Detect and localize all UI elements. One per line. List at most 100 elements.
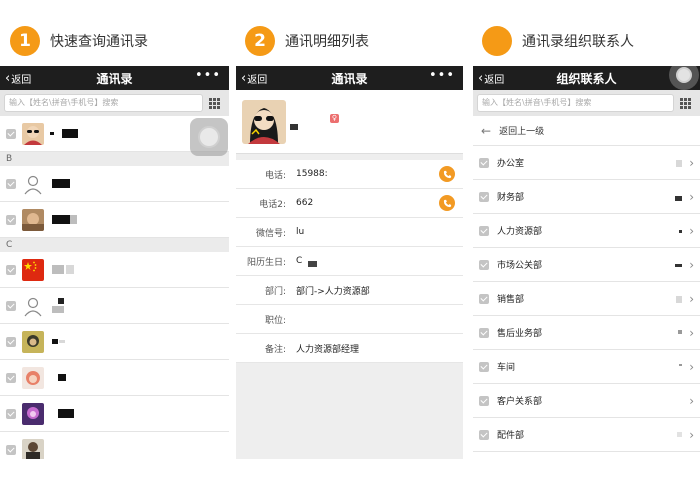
step-title: 通讯明细列表 — [285, 34, 369, 50]
department-row[interactable]: 办公室 › — [473, 146, 700, 180]
checkbox-icon[interactable] — [479, 327, 489, 338]
field-value: 662 — [296, 198, 314, 208]
back-label: 返回 — [11, 74, 32, 86]
checkbox-icon[interactable] — [6, 128, 16, 139]
department-row[interactable]: 售后业务部 › — [473, 316, 700, 350]
checkbox-icon[interactable] — [479, 429, 489, 440]
department-row[interactable]: 销售部 › — [473, 282, 700, 316]
more-icon[interactable]: ••• — [429, 68, 455, 83]
checkbox-icon[interactable] — [6, 264, 16, 275]
contact-row[interactable] — [0, 432, 229, 459]
nav-title: 组织联系人 — [556, 71, 617, 86]
detail-row-position: 职位: — [236, 305, 463, 334]
department-name: 人力资源部 — [497, 227, 543, 237]
checkbox-icon[interactable] — [6, 214, 16, 225]
chevron-right-icon: › — [689, 190, 694, 204]
field-value: lu — [296, 227, 305, 237]
back-button[interactable]: ‹ 返回 — [241, 66, 267, 90]
call-button[interactable] — [439, 166, 455, 182]
gender-female-icon: ♀ — [330, 114, 339, 123]
checkbox-icon[interactable] — [6, 178, 16, 189]
field-label: 电话: — [264, 170, 286, 181]
avatar — [22, 208, 44, 231]
checkbox-icon[interactable] — [6, 336, 16, 347]
redacted-count — [679, 230, 682, 233]
search-input[interactable]: 输入【姓名\拼音\手机号】搜索 — [477, 94, 674, 112]
avatar — [22, 366, 44, 389]
contact-detail-screen: ‹ 返回 通讯录 ••• ♀ 电话: 15988: 电话2: 662 微信号: — [236, 66, 463, 459]
nav-bar: ‹ 返回 通讯录 ••• — [236, 66, 463, 90]
redacted-count — [678, 330, 682, 334]
step-number-badge — [482, 26, 512, 56]
call-button[interactable] — [439, 195, 455, 211]
arrow-left-icon: ← — [481, 123, 492, 138]
contact-row[interactable] — [0, 202, 229, 238]
field-label: 部门: — [264, 286, 286, 297]
department-row[interactable]: 车间 › — [473, 350, 700, 384]
step-number-badge: 2 — [245, 26, 275, 56]
step-header-2: 2 通讯明细列表 — [245, 26, 369, 56]
department-name: 客户关系部 — [497, 397, 543, 407]
redacted-name — [290, 123, 298, 130]
org-contacts-screen: ‹ 返回 组织联系人 输入【姓名\拼音\手机号】搜索 ← 返回上一级 办公室 ›… — [473, 66, 700, 459]
chevron-right-icon: › — [689, 360, 694, 374]
redacted-name — [70, 215, 77, 224]
checkbox-icon[interactable] — [6, 300, 16, 311]
default-avatar-icon — [22, 294, 44, 317]
checkbox-icon[interactable] — [479, 395, 489, 406]
search-input[interactable]: 输入【姓名\拼音\手机号】搜索 — [4, 94, 203, 112]
field-label: 备注: — [264, 344, 286, 355]
contact-row[interactable] — [0, 288, 229, 324]
chevron-left-icon: ‹ — [5, 70, 11, 86]
profile-avatar — [242, 99, 286, 144]
chevron-right-icon: › — [689, 292, 694, 306]
phone-icon — [443, 170, 451, 178]
department-row[interactable]: 市场公关部 › — [473, 248, 700, 282]
more-icon[interactable]: ••• — [195, 68, 221, 83]
field-value: 人力资源部经理 — [296, 344, 360, 355]
contact-row[interactable] — [0, 166, 229, 202]
redacted-name — [50, 132, 54, 135]
department-name: 财务部 — [497, 193, 525, 203]
checkbox-icon[interactable] — [479, 157, 489, 168]
checkbox-icon[interactable] — [479, 191, 489, 202]
redacted-name — [52, 265, 64, 274]
nav-bar: ‹ 返回 组织联系人 — [473, 66, 700, 90]
department-row[interactable]: 财务部 › — [473, 180, 700, 214]
department-name: 销售部 — [497, 295, 525, 305]
contact-row[interactable] — [0, 360, 229, 396]
checkbox-icon[interactable] — [479, 293, 489, 304]
redacted-name — [59, 340, 65, 343]
redacted-count — [677, 432, 682, 437]
contact-row[interactable] — [0, 324, 229, 360]
contact-row[interactable] — [0, 252, 229, 288]
detail-list: 电话: 15988: 电话2: 662 微信号: lu 阳历生日: C 部门: … — [236, 160, 463, 363]
keypad-icon[interactable] — [674, 97, 696, 109]
step-title: 快速查询通讯录 — [50, 34, 148, 50]
detail-row-wechat: 微信号: lu — [236, 218, 463, 247]
back-button[interactable]: ‹ 返回 — [478, 66, 504, 90]
department-name: 车间 — [497, 363, 516, 373]
back-button[interactable]: ‹ 返回 — [5, 66, 31, 90]
checkbox-icon[interactable] — [6, 408, 16, 419]
profile-header: ♀ — [236, 90, 463, 154]
assistive-touch-button[interactable] — [190, 118, 228, 156]
checkbox-icon[interactable] — [6, 372, 16, 383]
department-row[interactable]: 人力资源部 › — [473, 214, 700, 248]
detail-row-note: 备注: 人力资源部经理 — [236, 334, 463, 363]
contact-row[interactable] — [0, 396, 229, 432]
step-header-1: 1 快速查询通讯录 — [10, 26, 148, 56]
department-row[interactable]: 配件部 › — [473, 418, 700, 452]
go-up-level-button[interactable]: ← 返回上一级 — [473, 116, 700, 146]
department-row[interactable]: 客户关系部 › — [473, 384, 700, 418]
checkbox-icon[interactable] — [6, 444, 16, 455]
step-header-3: 通讯录组织联系人 — [482, 26, 634, 56]
redacted-count — [675, 196, 682, 201]
flag-avatar — [22, 258, 44, 281]
checkbox-icon[interactable] — [479, 361, 489, 372]
checkbox-icon[interactable] — [479, 259, 489, 270]
checkbox-icon[interactable] — [479, 225, 489, 236]
keypad-icon[interactable] — [203, 97, 225, 109]
redacted-count — [679, 364, 682, 366]
chevron-right-icon: › — [689, 428, 694, 442]
